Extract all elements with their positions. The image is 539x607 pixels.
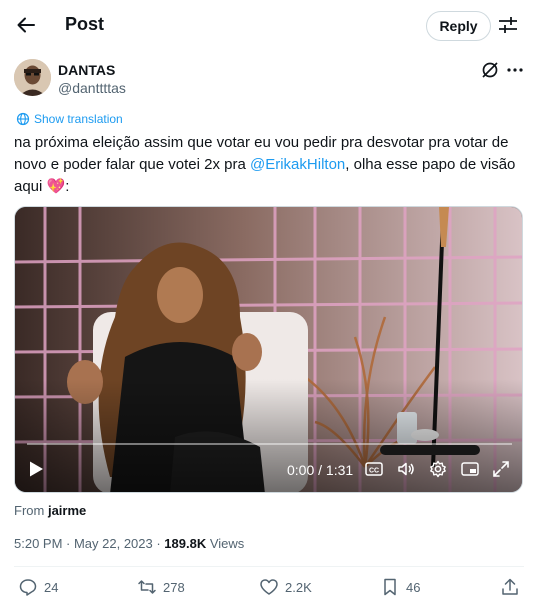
reply-button[interactable]: Reply (426, 11, 491, 41)
page-title: Post (65, 14, 105, 34)
divider (14, 566, 524, 567)
mention-link[interactable]: @ErikakHilton (250, 156, 345, 173)
like-count: 2.2K (285, 579, 312, 595)
source-prefix: From (14, 503, 45, 518)
reply-count: 24 (44, 579, 59, 595)
more-options-icon[interactable] (505, 60, 525, 80)
heart-icon (260, 579, 278, 595)
repost-icon (138, 580, 156, 594)
svg-text:CC: CC (369, 468, 379, 475)
video-player[interactable]: 0:00 / 1:31 CC (14, 206, 523, 493)
captions-icon[interactable]: CC (364, 459, 384, 479)
author-name[interactable]: DANTAS (58, 62, 115, 78)
repost-action[interactable]: 278 (137, 577, 185, 597)
action-bar: 24 278 2.2K 46 (0, 577, 539, 601)
back-arrow-icon[interactable] (12, 11, 40, 39)
views-label: Views (206, 536, 245, 551)
fullscreen-icon[interactable] (491, 459, 511, 479)
show-translation-link[interactable]: Show translation (16, 112, 123, 126)
author-handle[interactable]: @danttttas (58, 80, 126, 96)
globe-icon (16, 112, 30, 126)
volume-icon[interactable] (396, 459, 416, 479)
reply-action[interactable]: 24 (18, 577, 58, 597)
video-time: 0:00 / 1:31 (287, 462, 354, 478)
tweet-text-part: : (65, 178, 70, 195)
source-name[interactable]: jairme (48, 503, 86, 518)
avatar[interactable] (14, 59, 51, 96)
repost-count: 278 (163, 579, 185, 595)
timestamp[interactable]: 5:20 PM · May 22, 2023 · (14, 536, 164, 551)
settings-gear-icon[interactable] (428, 459, 448, 479)
bookmark-action[interactable]: 46 (380, 577, 420, 597)
post-header: Post Reply (0, 0, 539, 52)
reply-icon (19, 579, 37, 596)
share-action[interactable] (500, 577, 520, 597)
play-icon[interactable] (27, 460, 45, 478)
share-icon (502, 578, 518, 595)
bookmark-icon (384, 578, 396, 596)
heart-emoji: 💖 (46, 178, 66, 195)
views-count: 189.8K (164, 536, 207, 551)
tweet-text: na próxima eleição assim que votar eu vo… (14, 132, 524, 198)
video-progress-bar[interactable] (27, 443, 512, 445)
filter-sliders-icon[interactable] (497, 14, 519, 36)
grok-icon[interactable] (480, 60, 500, 80)
show-translation-label: Show translation (34, 112, 123, 126)
like-action[interactable]: 2.2K (259, 577, 312, 597)
video-controls: 0:00 / 1:31 CC (15, 448, 522, 492)
picture-in-picture-icon[interactable] (460, 459, 480, 479)
video-source: From jairme (14, 503, 86, 518)
bookmark-count: 46 (406, 579, 421, 595)
post-meta: 5:20 PM · May 22, 2023 · 189.8K Views (14, 536, 244, 551)
